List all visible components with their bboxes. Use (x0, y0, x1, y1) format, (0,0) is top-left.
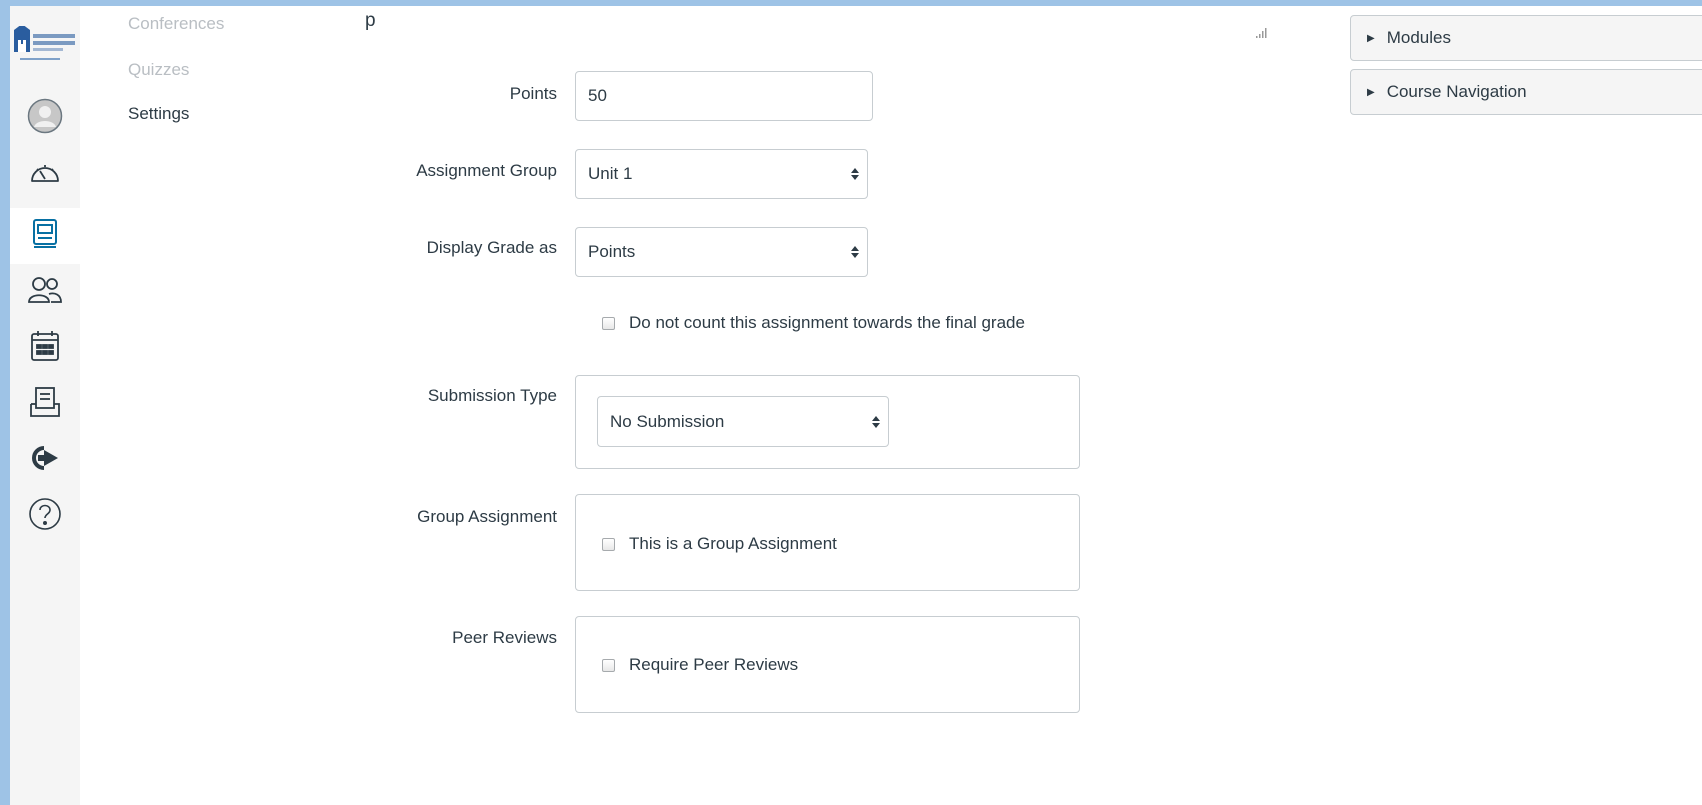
window-frame-left (0, 0, 10, 805)
inbox-icon[interactable] (27, 384, 63, 420)
course-nav-settings[interactable]: Settings (128, 104, 189, 124)
points-input[interactable] (575, 71, 873, 121)
peer-reviews-checkbox[interactable] (602, 658, 615, 672)
calendar-icon[interactable] (27, 328, 63, 364)
commons-arrow-icon[interactable] (27, 440, 63, 476)
submission-type-select[interactable]: No Submission (597, 396, 889, 447)
help-icon[interactable] (27, 496, 63, 532)
submission-type-value: No Submission (610, 411, 725, 431)
course-nav-quizzes[interactable]: Quizzes (128, 60, 189, 80)
caret-right-icon: ▶ (1367, 32, 1375, 44)
assignment-group-label: Assignment Group (416, 161, 557, 180)
school-logo[interactable] (12, 24, 78, 68)
display-grade-value: Points (588, 242, 636, 261)
group-assignment-label: Group Assignment (417, 507, 557, 526)
courses-icon[interactable] (27, 216, 63, 252)
group-assignment-row: This is a Group Assignment (602, 534, 837, 554)
caret-right-icon: ▶ (1367, 86, 1375, 98)
global-navigation (10, 6, 80, 805)
omit-from-final-grade-checkbox[interactable] (602, 316, 615, 330)
groups-icon[interactable] (27, 272, 63, 308)
select-arrows-icon (851, 167, 859, 181)
course-nav-conferences[interactable]: Conferences (128, 14, 224, 34)
peer-reviews-checkbox-label: Require Peer Reviews (629, 655, 799, 674)
editor-text-fragment: p (365, 10, 376, 31)
course-navigation-toggle-button[interactable]: ▶ Course Navigation (1350, 69, 1702, 115)
window-frame-top (0, 0, 1702, 6)
course-navigation-label: Course Navigation (1386, 82, 1527, 101)
resize-handle-icon[interactable] (1256, 28, 1268, 41)
select-arrows-icon (872, 415, 880, 429)
dashboard-icon[interactable] (27, 154, 63, 190)
omit-from-final-grade-row: Do not count this assignment towards the… (602, 313, 1025, 333)
group-assignment-checkbox-label: This is a Group Assignment (629, 534, 837, 553)
assignment-group-select[interactable]: Unit 1 (575, 149, 868, 199)
modules-label: Modules (1386, 28, 1451, 47)
display-grade-label: Display Grade as (426, 238, 557, 257)
peer-reviews-row: Require Peer Reviews (602, 655, 798, 675)
modules-toggle-button[interactable]: ▶ Modules (1350, 15, 1702, 61)
group-assignment-checkbox[interactable] (602, 537, 615, 551)
points-label: Points (509, 84, 557, 103)
assignment-group-value: Unit 1 (588, 164, 633, 183)
peer-reviews-label: Peer Reviews (452, 628, 557, 647)
account-avatar-icon[interactable] (27, 98, 63, 134)
submission-type-label: Submission Type (427, 386, 557, 405)
select-arrows-icon (851, 245, 859, 259)
display-grade-select[interactable]: Points (575, 227, 868, 277)
omit-from-final-grade-label: Do not count this assignment towards the… (629, 313, 1025, 332)
